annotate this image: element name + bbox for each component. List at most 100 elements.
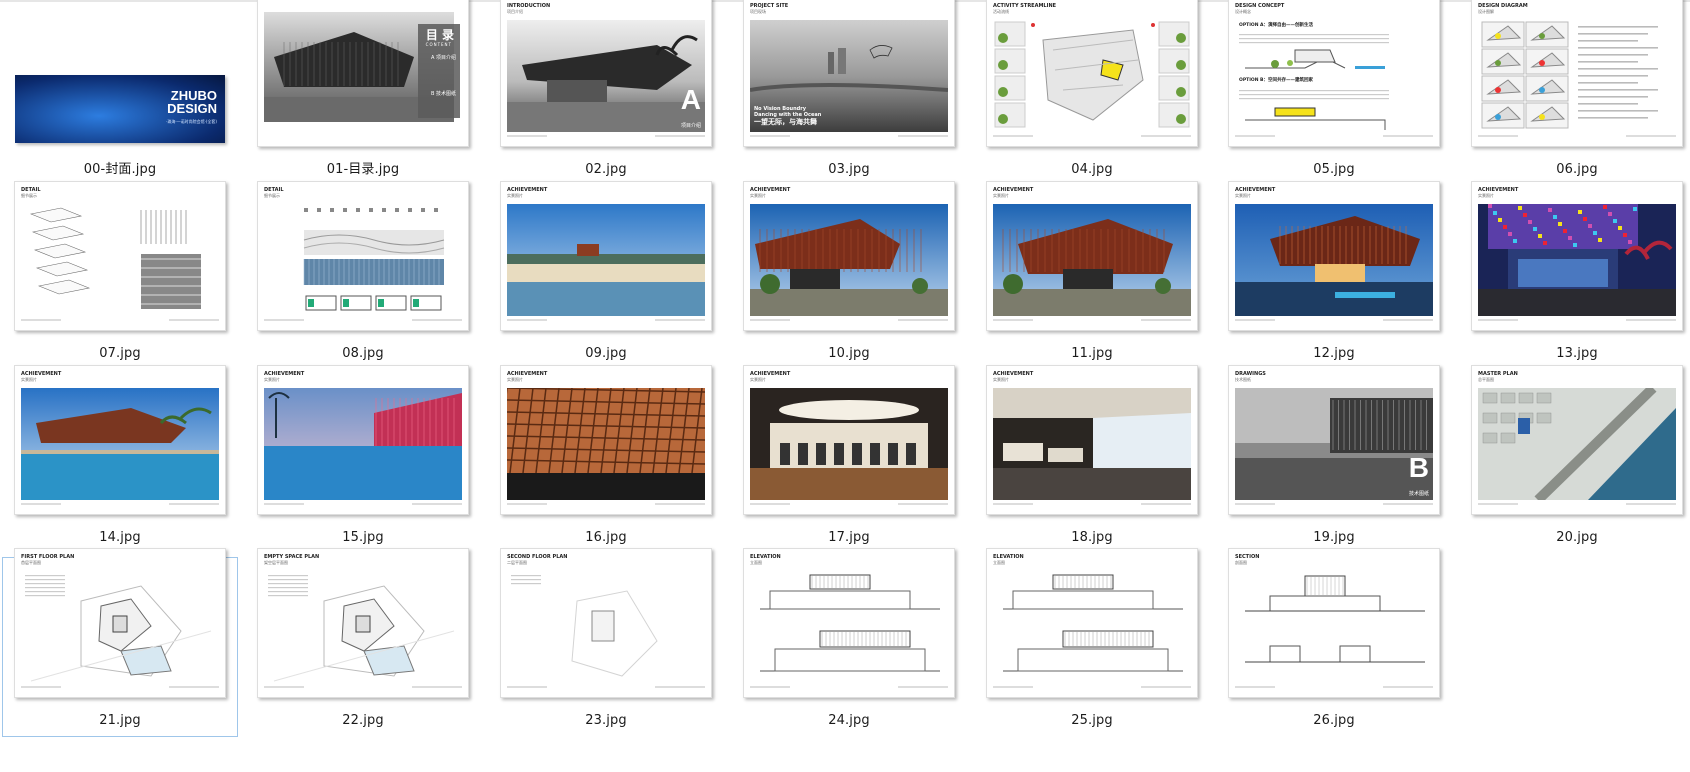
file-item-08-jpg[interactable]: DETAIL 细节展示 08.jpg xyxy=(245,181,481,370)
file-item-14-jpg[interactable]: ACHIEVEMENT 实景照片 14.jpg xyxy=(2,365,238,554)
file-name-label: 10.jpg xyxy=(828,346,870,361)
file-item-09-jpg[interactable]: ACHIEVEMENT 实景照片 09.jpg xyxy=(488,181,724,370)
page-artwork xyxy=(507,204,705,316)
file-item-24-jpg[interactable]: ELEVATION 立面图 24.jpg xyxy=(731,548,967,737)
file-name-label: 11.jpg xyxy=(1071,346,1113,361)
page-footer-right xyxy=(412,503,462,510)
file-item-10-jpg[interactable]: ACHIEVEMENT 实景照片 10.jpg xyxy=(731,181,967,370)
file-item-12-jpg[interactable]: ACHIEVEMENT 实景照片 12.jpg xyxy=(1216,181,1452,370)
page-artwork xyxy=(507,571,705,683)
file-item-21-jpg[interactable]: FIRST FLOOR PLAN 首层平面图 21.jpg xyxy=(2,548,238,737)
page-footer-right xyxy=(169,686,219,693)
file-item-13-jpg[interactable]: ACHIEVEMENT 实景照片 13.jpg xyxy=(1459,181,1690,370)
file-item-06-jpg[interactable]: DESIGN DIAGRAM 设计图解 06.jpg xyxy=(1459,0,1690,186)
page-title-cn: 细节展示 xyxy=(264,193,280,198)
file-thumbnail: ACHIEVEMENT 实景照片 xyxy=(986,181,1198,331)
file-name-label: 25.jpg xyxy=(1071,713,1113,728)
file-item-03-jpg[interactable]: PROJECT SITE 项目现场 No Vision Boundry Danci… xyxy=(731,0,967,186)
file-item-11-jpg[interactable]: ACHIEVEMENT 实景照片 11.jpg xyxy=(974,181,1210,370)
file-thumbnail: ACHIEVEMENT 实景照片 xyxy=(743,181,955,331)
page-artwork xyxy=(21,388,219,500)
page-title: ACHIEVEMENT 实景照片 xyxy=(21,371,61,383)
file-thumbnail: SECOND FLOOR PLAN 二层平面图 xyxy=(500,548,712,698)
page-footer-right xyxy=(169,503,219,510)
page-footer-right xyxy=(1141,135,1191,142)
page-title: FIRST FLOOR PLAN 首层平面图 xyxy=(21,554,74,566)
page-title: INTRODUCTION 项目介绍 xyxy=(507,3,550,15)
page-footer-left xyxy=(21,319,61,326)
page-footer-right xyxy=(1383,686,1433,693)
file-name-label: 24.jpg xyxy=(828,713,870,728)
page-title-cn: 二层平面图 xyxy=(507,560,527,565)
page-artwork xyxy=(750,571,948,683)
page-footer-right xyxy=(1626,135,1676,142)
file-thumbnail: PROJECT SITE 项目现场 No Vision Boundry Danci… xyxy=(743,0,955,147)
page-title-cn: 项目现场 xyxy=(750,9,766,14)
file-thumbnail: ZHUBO DESIGN ·珠海·一诺时尚院会馆·(全套) xyxy=(15,75,225,143)
file-item-26-jpg[interactable]: SECTION 剖面图 26.jpg xyxy=(1216,548,1452,737)
file-item-18-jpg[interactable]: ACHIEVEMENT 实景照片 18.jpg xyxy=(974,365,1210,554)
file-item-05-jpg[interactable]: DESIGN CONCEPT 设计概念 OPTION A：演绎自由——创新生活 O… xyxy=(1216,0,1452,186)
file-item-23-jpg[interactable]: SECOND FLOOR PLAN 二层平面图 23.jpg xyxy=(488,548,724,737)
file-item-16-jpg[interactable]: ACHIEVEMENT 实景照片 16.jpg xyxy=(488,365,724,554)
page-artwork xyxy=(264,571,462,683)
page-title-cn: 实景照片 xyxy=(507,193,523,198)
page-title-cn: 实景照片 xyxy=(993,193,1009,198)
page-title-cn: 架空层平面图 xyxy=(264,560,288,565)
page-title: DESIGN DIAGRAM 设计图解 xyxy=(1478,3,1528,15)
page-title: PROJECT SITE 项目现场 xyxy=(750,3,788,15)
page-title: ACHIEVEMENT 实景照片 xyxy=(507,187,547,199)
page-footer-right xyxy=(898,686,948,693)
page-footer-right xyxy=(1383,319,1433,326)
page-artwork xyxy=(1478,204,1676,316)
file-item-19-jpg[interactable]: DRAWINGS 技术图纸 B 技术图纸 19.jpg xyxy=(1216,365,1452,554)
file-name-label: 05.jpg xyxy=(1313,162,1355,177)
page-artwork xyxy=(1235,571,1433,683)
page-title: DETAIL 细节展示 xyxy=(264,187,284,199)
file-name-label: 00-封面.jpg xyxy=(83,162,157,177)
page-title: ACHIEVEMENT 实景照片 xyxy=(993,371,1033,383)
file-item-22-jpg[interactable]: EMPTY SPACE PLAN 架空层平面图 22.jpg xyxy=(245,548,481,737)
file-item-20-jpg[interactable]: MASTER PLAN 总平面图 20.jpg xyxy=(1459,365,1690,554)
page-footer-right xyxy=(1383,503,1433,510)
page-footer-right xyxy=(655,503,705,510)
file-thumbnail: INTRODUCTION 项目介绍 A 项目介绍 xyxy=(500,0,712,147)
file-item-25-jpg[interactable]: ELEVATION 立面图 25.jpg xyxy=(974,548,1210,737)
file-item-17-jpg[interactable]: ACHIEVEMENT 实景照片 17.jpg xyxy=(731,365,967,554)
page-title: DETAIL 细节展示 xyxy=(21,187,41,199)
page-title: SECTION 剖面图 xyxy=(1235,554,1259,566)
file-item-04-jpg[interactable]: ACTIVITY STREAMLINE 活动流线 04.jpg xyxy=(974,0,1210,186)
page-title: SECOND FLOOR PLAN 二层平面图 xyxy=(507,554,567,566)
page-title: EMPTY SPACE PLAN 架空层平面图 xyxy=(264,554,319,566)
page-footer-right xyxy=(898,135,948,142)
page-footer-right xyxy=(412,686,462,693)
contents-section-a: A 项目介绍 xyxy=(430,55,456,61)
file-item-07-jpg[interactable]: DETAIL 细节展示 07.jpg xyxy=(2,181,238,370)
page-footer-left xyxy=(1235,686,1275,693)
page-footer-left xyxy=(507,135,547,142)
page-title-cn: 实景照片 xyxy=(750,193,766,198)
page-title-cn: 实景照片 xyxy=(993,377,1009,382)
page-title-cn: 实景照片 xyxy=(21,377,37,382)
page-title: ACTIVITY STREAMLINE 活动流线 xyxy=(993,3,1056,15)
file-item-15-jpg[interactable]: ACHIEVEMENT 实景照片 15.jpg xyxy=(245,365,481,554)
page-footer-right xyxy=(655,135,705,142)
file-thumbnail-grid: ZHUBO DESIGN ·珠海·一诺时尚院会馆·(全套) 00-封面.jpg 目… xyxy=(0,0,1690,772)
page-footer-right xyxy=(1141,503,1191,510)
page-footer-right xyxy=(1383,135,1433,142)
page-title-cn: 实景照片 xyxy=(507,377,523,382)
file-item-00-jpg[interactable]: ZHUBO DESIGN ·珠海·一诺时尚院会馆·(全套) 00-封面.jpg xyxy=(2,6,238,186)
file-thumbnail: EMPTY SPACE PLAN 架空层平面图 xyxy=(257,548,469,698)
page-footer-left xyxy=(750,319,790,326)
file-item-01-jpg[interactable]: 目 录 CONTENT A 项目介绍 B 技术图纸 01-目录.jpg xyxy=(245,0,481,186)
cover-title: ZHUBO DESIGN xyxy=(167,88,217,116)
file-thumbnail: MASTER PLAN 总平面图 xyxy=(1471,365,1683,515)
page-footer-left xyxy=(264,503,304,510)
page-artwork xyxy=(21,571,219,683)
page-footer-left xyxy=(21,503,61,510)
file-name-label: 15.jpg xyxy=(342,530,384,545)
file-thumbnail: DESIGN CONCEPT 设计概念 OPTION A：演绎自由——创新生活 O… xyxy=(1228,0,1440,147)
file-item-02-jpg[interactable]: INTRODUCTION 项目介绍 A 项目介绍 02.jpg xyxy=(488,0,724,186)
page-title-cn: 设计概念 xyxy=(1235,9,1251,14)
page-footer-left xyxy=(750,686,790,693)
